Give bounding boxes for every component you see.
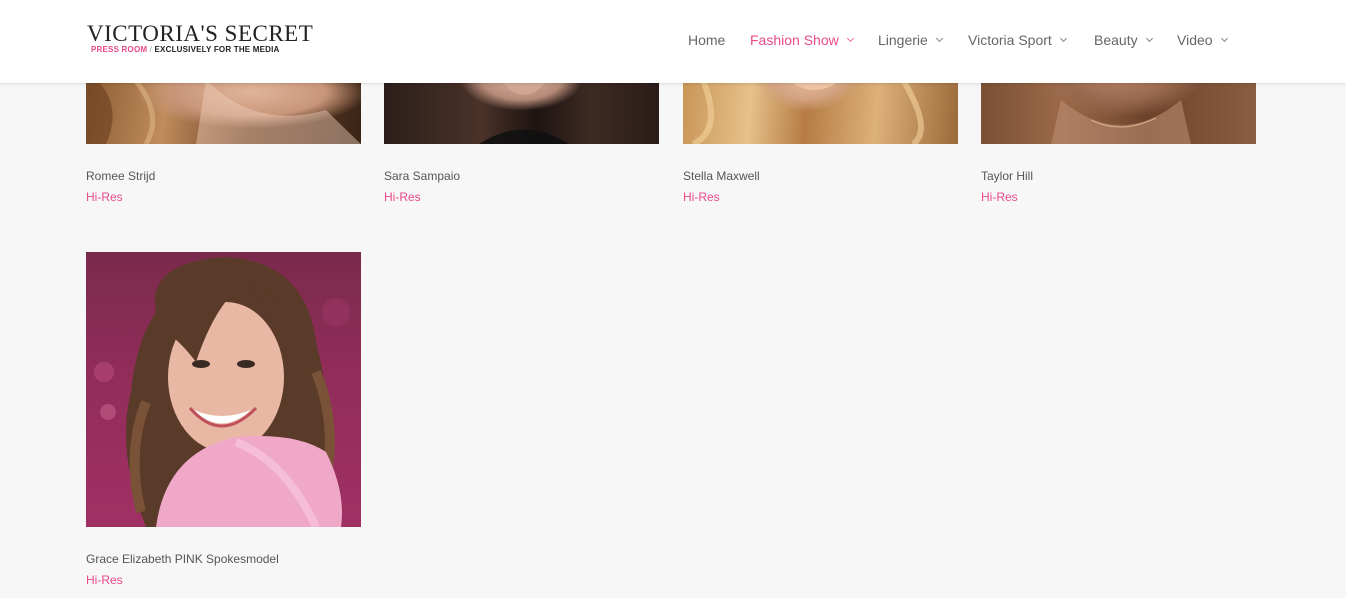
hi-res-link[interactable]: Hi-Res [86,190,123,204]
logo-separator: / [147,45,155,54]
chevron-down-icon [935,34,943,43]
model-name: Romee Strijd [86,169,156,183]
nav-fashion-show-label: Fashion Show [750,32,839,48]
model-photo-grace-elizabeth[interactable] [86,252,361,527]
chevron-down-icon [1220,34,1228,43]
nav-beauty[interactable]: Beauty [1094,30,1153,50]
logo-press-room: PRESS ROOM [91,45,148,54]
chevron-down-icon [1145,34,1153,43]
logo-exclusive: EXCLUSIVELY FOR THE MEDIA [154,45,280,54]
nav-video[interactable]: Video [1177,30,1228,50]
hi-res-link[interactable]: Hi-Res [981,190,1018,204]
site-header: VICTORIA'S SECRET PRESS ROOM / EXCLUSIVE… [0,0,1346,83]
nav-victoria-sport-label: Victoria Sport [968,32,1052,48]
nav-beauty-label: Beauty [1094,32,1138,48]
logo-wordmark: VICTORIA'S SECRET [87,21,314,46]
nav-home-label: Home [688,32,726,48]
model-name: Sara Sampaio [384,169,461,183]
hi-res-link[interactable]: Hi-Res [384,190,421,204]
hi-res-link[interactable]: Hi-Res [86,573,123,587]
nav-victoria-sport[interactable]: Victoria Sport [968,30,1067,50]
model-name: Grace Elizabeth PINK Spokesmodel [86,552,279,566]
nav-video-label: Video [1177,32,1213,48]
nav-home[interactable]: Home [688,30,725,50]
hi-res-link[interactable]: Hi-Res [683,190,720,204]
logo-tagline: PRESS ROOM / EXCLUSIVELY FOR THE MEDIA [91,45,317,55]
chevron-down-icon [1059,34,1067,43]
model-name: Stella Maxwell [683,169,760,183]
site-logo[interactable]: VICTORIA'S SECRET PRESS ROOM / EXCLUSIVE… [87,22,317,56]
nav-lingerie-label: Lingerie [878,32,928,48]
chevron-down-icon [846,34,854,43]
nav-fashion-show[interactable]: Fashion Show [750,30,854,50]
model-name: Taylor Hill [981,169,1034,183]
nav-lingerie[interactable]: Lingerie [878,30,943,50]
